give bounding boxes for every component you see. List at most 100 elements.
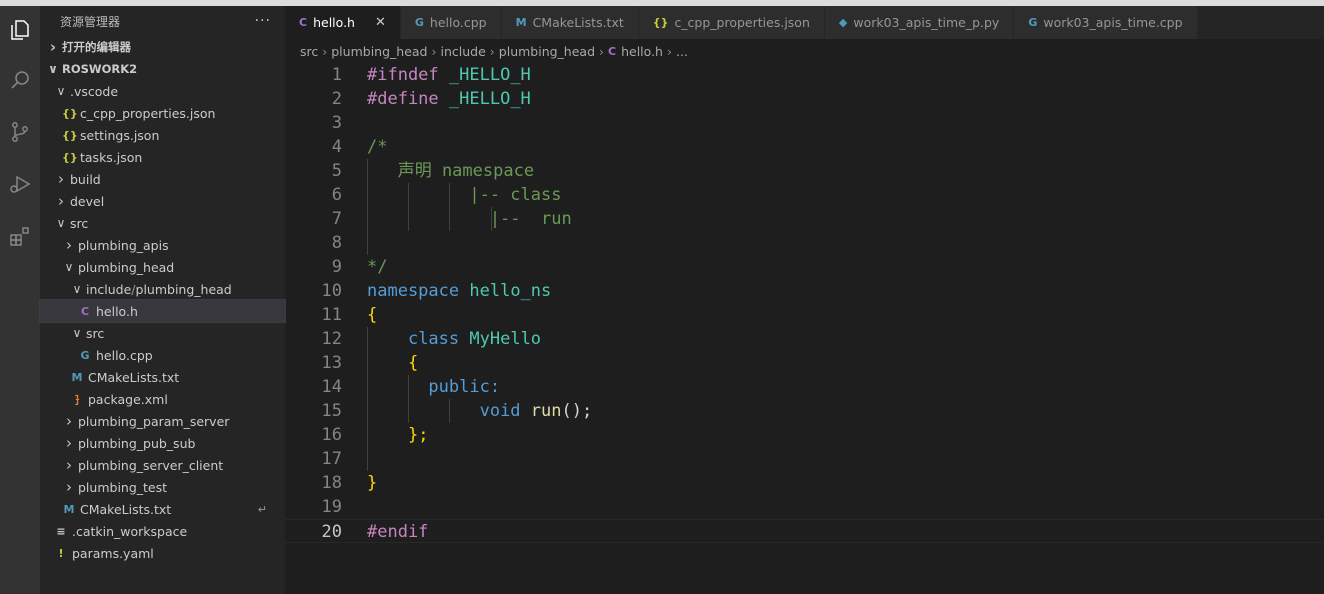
code-line[interactable]: 15 void run(); [285,399,1324,423]
code-content: #ifndef _HELLO_H [367,63,531,87]
line-number: 15 [321,401,342,421]
code-line[interactable]: 7 |-- run [285,207,1324,231]
tree-folder[interactable]: ∨ include / plumbing_head [40,278,285,300]
run-debug-icon[interactable] [6,170,34,198]
file-type-icon: {} [62,150,78,164]
tree-folder[interactable]: › plumbing_test [40,476,285,498]
tree-folder[interactable]: › plumbing_pub_sub [40,432,285,454]
chevron-right-icon[interactable]: › [54,192,68,210]
code-line[interactable]: 20 #endif [285,519,1324,543]
tree-item-label: plumbing_head [78,259,175,275]
tree-folder[interactable]: ∨ .vscode [40,80,285,102]
tree-folder[interactable]: › plumbing_server_client [40,454,285,476]
tab-work03-apis-time-cpp[interactable]: Gwork03_apis_time.cpp [1014,6,1198,39]
explorer-icon[interactable] [6,16,34,44]
file-type-icon: ≡ [56,524,66,538]
code-line[interactable]: 11 { [285,303,1324,327]
code-content: 声明 namespace [367,159,534,183]
chevron-right-icon[interactable]: › [54,170,68,188]
section-header[interactable]: ∨ ROSWORK2 [40,58,285,80]
breadcrumb-item[interactable]: include [440,44,485,59]
tab-c-cpp-properties-json[interactable]: {} c_cpp_properties.json [638,6,825,39]
code-line[interactable]: 14 public: [285,375,1324,399]
code-line[interactable]: 17 [285,447,1324,471]
tab-work03-apis-time-p-py[interactable]: ◆ work03_apis_time_p.py [824,6,1015,39]
chevron-down-icon[interactable]: ∨ [54,216,68,230]
more-actions-icon[interactable]: ··· [255,13,271,29]
code-line[interactable]: 5 声明 namespace [285,159,1324,183]
breadcrumb-item[interactable]: plumbing_head [499,44,595,59]
tree-file[interactable]: Ghello.cpp [40,344,285,366]
tree-folder[interactable]: › plumbing_apis [40,234,285,256]
tab-cmakelists-txt[interactable]: M CMakeLists.txt [501,6,639,39]
code-editor[interactable]: 1 #ifndef _HELLO_H 2 #define _HELLO_H 3 4 /* 5 … [285,63,1324,594]
code-line[interactable]: 3 [285,111,1324,135]
breadcrumb-item[interactable]: plumbing_head [331,44,427,59]
code-line[interactable]: 4 /* [285,135,1324,159]
file-type-icon: {} [652,16,669,29]
tree-file[interactable]: {} tasks.json [40,146,285,168]
breadcrumb-item[interactable]: hello.h [621,44,663,59]
explorer-title: 资源管理器 [60,14,121,29]
tab-label: hello.h [313,15,355,30]
code-line[interactable]: 8 [285,231,1324,255]
chevron-down-icon[interactable]: ∨ [54,84,68,98]
line-number: 14 [321,377,342,397]
code-line[interactable]: 10 namespace hello_ns [285,279,1324,303]
chevron-right-icon[interactable]: › [62,434,76,452]
breadcrumb: src › plumbing_head › include › plumbing_head ›… [285,39,1324,63]
source-control-icon[interactable] [6,118,34,146]
close-icon[interactable]: ✕ [375,15,386,30]
code-line[interactable]: 2 #define _HELLO_H [285,87,1324,111]
tree-item-label-compact: plumbing_head [135,281,232,297]
indent-guide [367,447,368,471]
tree-folder[interactable]: ∨ plumbing_head [40,256,285,278]
tree-folder[interactable]: ∨ src [40,212,285,234]
breadcrumb-item[interactable]: ... [676,44,688,59]
tree-folder[interactable]: › plumbing_param_server [40,410,285,432]
code-line[interactable]: 19 [285,495,1324,519]
tree-item-label: include [86,281,132,297]
code-line[interactable]: 9 */ [285,255,1324,279]
tree-file[interactable]: {} settings.json [40,124,285,146]
tree-item-label: hello.cpp [96,347,153,363]
tree-file[interactable]: ⹖ package.xml [40,388,285,410]
tree-file[interactable]: ! params.yaml [40,542,285,564]
code-token: |-- class [367,185,562,205]
chevron-right-icon[interactable]: › [62,236,76,254]
tree-file[interactable]: Chello.h [39,299,286,323]
code-content: void run(); [367,399,593,423]
tab-hello-h[interactable]: Chello.h ✕ [285,6,401,39]
code-line[interactable]: 16 }; [285,423,1324,447]
tree-folder[interactable]: › devel [40,190,285,212]
code-line[interactable]: 18} [285,471,1324,495]
chevron-right-icon[interactable]: › [62,456,76,474]
chevron-down-icon[interactable]: ∨ [62,260,76,274]
code-line[interactable]: 6 |-- class [285,183,1324,207]
code-content: /* [367,135,387,159]
code-line[interactable]: 13 { [285,351,1324,375]
tree-file[interactable]: M CMakeLists.txt [40,366,285,388]
chevron-right-icon[interactable]: › [62,412,76,430]
tree-file[interactable]: {} c_cpp_properties.json [40,102,285,124]
chevron-down-icon[interactable]: ∨ [70,326,84,340]
tree-folder[interactable]: › build [40,168,285,190]
section-header[interactable]: › 打开的编辑器 [40,36,285,58]
code-line[interactable]: 12 class MyHello [285,327,1324,351]
chevron-right-icon[interactable]: › [62,478,76,496]
search-icon[interactable] [6,66,34,94]
tree-file[interactable]: M CMakeLists.txt ↵ [40,498,285,520]
chevron-right-icon[interactable]: › [46,38,60,56]
tree-file[interactable]: ≡ .catkin_workspace [40,520,285,542]
tab-hello-cpp[interactable]: Ghello.cpp [400,6,502,39]
chevron-down-icon[interactable]: ∨ [70,282,84,296]
tree-item-label: .catkin_workspace [72,523,188,539]
chevron-down-icon[interactable]: ∨ [46,62,60,76]
breadcrumb-item[interactable]: src [300,44,318,59]
tree-folder[interactable]: ∨ src [40,322,285,344]
code-line[interactable]: 1 #ifndef _HELLO_H [285,63,1324,87]
extensions-icon[interactable] [6,222,34,250]
